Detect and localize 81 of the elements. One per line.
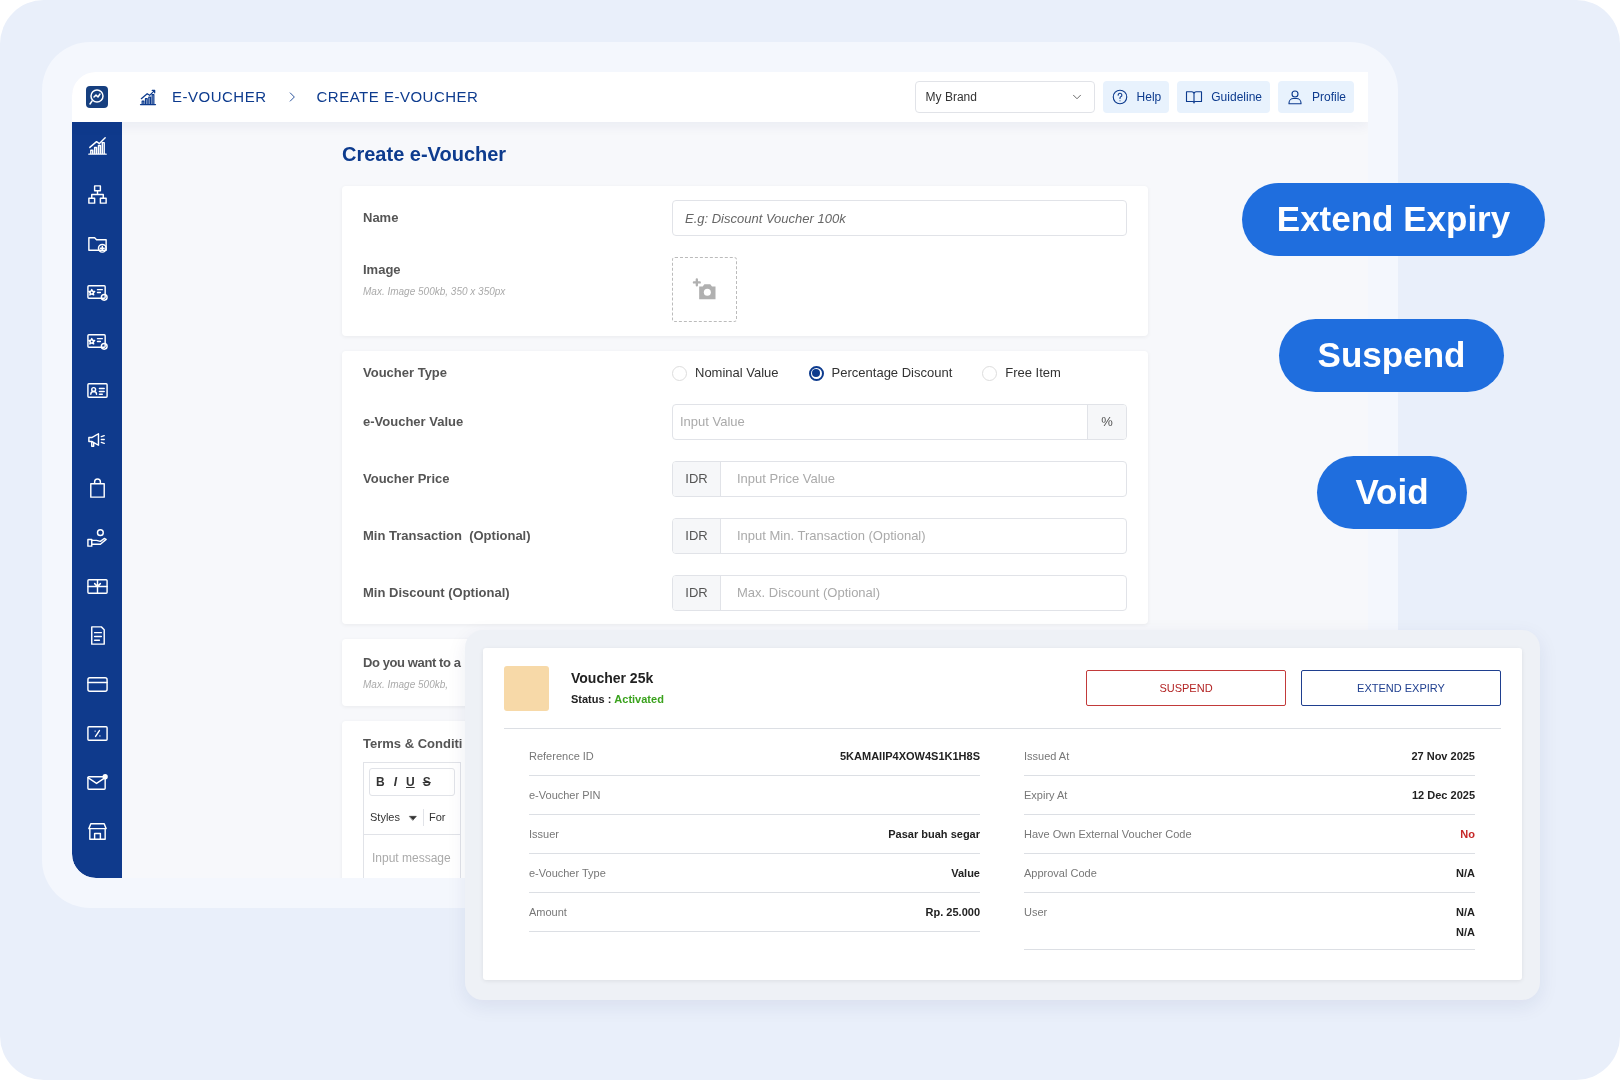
value-input[interactable]: Input Value xyxy=(673,405,1087,439)
strikethrough-button[interactable]: S xyxy=(421,773,432,791)
unit-suffix: % xyxy=(1087,405,1126,439)
status-value: Activated xyxy=(614,692,664,708)
extend-expiry-button[interactable]: EXTEND EXPIRY xyxy=(1301,670,1501,706)
detail-value: N/A xyxy=(1456,866,1475,881)
detail-value: Value xyxy=(951,866,980,881)
input-field[interactable]: IDR Input Price Value xyxy=(672,461,1127,497)
voucher-thumbnail xyxy=(504,665,549,711)
detail-value: Pasar buah segar xyxy=(888,827,980,842)
detail-value: N/A xyxy=(1456,905,1475,920)
detail-value: Rp. 25.000 xyxy=(925,905,980,920)
help-button[interactable]: Help xyxy=(1102,81,1170,113)
underline-button[interactable]: U xyxy=(405,773,416,791)
breadcrumb-item: CREATE E-VOUCHER xyxy=(316,86,479,107)
detail-value: N/A xyxy=(1456,924,1475,940)
detail-value: No xyxy=(1460,827,1475,842)
field-label: Terms & Conditi xyxy=(363,734,464,753)
brand-select-value: My Brand xyxy=(925,89,977,106)
radio-option[interactable]: Percentage Discount xyxy=(808,363,953,383)
field-hint: Max. Image 500kb, 350 x 350px xyxy=(363,284,507,299)
field-label: e-Voucher Value xyxy=(363,413,465,432)
detail-label: User xyxy=(1024,905,1048,920)
detail-label: Reference ID xyxy=(529,749,594,764)
detail-label: Expiry At xyxy=(1024,788,1068,803)
page-title: Create e-Voucher xyxy=(342,142,508,167)
field-label: Voucher Price xyxy=(363,470,451,489)
chart-icon[interactable] xyxy=(85,134,109,157)
detail-label: Approval Code xyxy=(1024,866,1097,881)
book-icon xyxy=(1185,88,1204,106)
italic-button[interactable]: I xyxy=(391,773,399,791)
editor-placeholder: Input message xyxy=(371,850,452,867)
radio-option[interactable]: Free Item xyxy=(982,363,1061,383)
hierarchy-icon[interactable] xyxy=(85,183,109,206)
field-label: Min Discount (Optional) xyxy=(363,584,511,603)
guideline-button[interactable]: Guideline xyxy=(1177,81,1270,113)
detail-label: e-Voucher PIN xyxy=(529,788,601,803)
detail-value: 12 Dec 2025 xyxy=(1412,788,1475,803)
hand-coin-icon[interactable] xyxy=(85,526,109,549)
callout-pill: Void xyxy=(1317,456,1467,529)
field-label: Image xyxy=(363,261,402,279)
profile-button[interactable]: Profile xyxy=(1278,81,1354,113)
detail-label: Have Own External Voucher Code xyxy=(1024,827,1192,842)
callout-pill: Suspend xyxy=(1279,319,1504,392)
currency-prefix: IDR xyxy=(673,519,721,553)
field-label: Min Transaction (Optional) xyxy=(363,527,532,546)
styles-select[interactable]: Styles xyxy=(370,809,424,826)
status-label: Status : xyxy=(571,692,612,708)
detail-value: 5KAMAIIP4XOW4S1K1H8S xyxy=(840,749,980,764)
breadcrumb-item[interactable]: E-VOUCHER xyxy=(172,85,267,109)
detail-label: e-Voucher Type xyxy=(529,866,606,881)
detail-label: Issuer xyxy=(529,827,559,842)
detail-value: 27 Nov 2025 xyxy=(1411,749,1475,764)
format-select[interactable]: For xyxy=(428,809,446,826)
detail-label: Issued At xyxy=(1024,749,1070,764)
currency-prefix: IDR xyxy=(673,576,721,610)
input-field[interactable]: Input Value % xyxy=(672,404,1127,440)
field-label: Name xyxy=(363,209,400,228)
store-icon[interactable] xyxy=(85,820,109,843)
help-icon xyxy=(1110,88,1129,106)
field-label: Voucher Type xyxy=(363,364,449,383)
logo-icon xyxy=(85,85,109,109)
currency-prefix: IDR xyxy=(673,462,721,496)
callout-pill: Extend Expiry xyxy=(1242,183,1545,256)
voucher-title: Voucher 25k xyxy=(571,669,655,689)
detail-label: Amount xyxy=(529,905,567,920)
value-input[interactable]: Input Min. Transaction (Optional) xyxy=(721,519,1126,553)
input-field[interactable]: IDR Input Min. Transaction (Optional) xyxy=(672,518,1127,554)
suspend-button[interactable]: SUSPEND xyxy=(1086,670,1286,706)
brand-select[interactable]: My Brand xyxy=(914,81,1095,113)
radio-option[interactable]: Nominal Value xyxy=(672,363,779,383)
name-input[interactable]: E.g: Discount Voucher 100k xyxy=(672,200,1127,236)
field-label: Do you want to a xyxy=(363,654,461,672)
chart-icon xyxy=(138,87,158,107)
value-input[interactable]: Input Price Value xyxy=(721,462,1126,496)
person-icon xyxy=(1286,88,1304,106)
bold-button[interactable]: B xyxy=(375,773,386,791)
input-field[interactable]: IDR Max. Discount (Optional) xyxy=(672,575,1127,611)
value-input[interactable]: Max. Discount (Optional) xyxy=(721,576,1126,610)
rich-text-editor[interactable]: B I U S Styles For Input message xyxy=(363,762,461,878)
field-hint: Max. Image 500kb, xyxy=(363,677,449,692)
